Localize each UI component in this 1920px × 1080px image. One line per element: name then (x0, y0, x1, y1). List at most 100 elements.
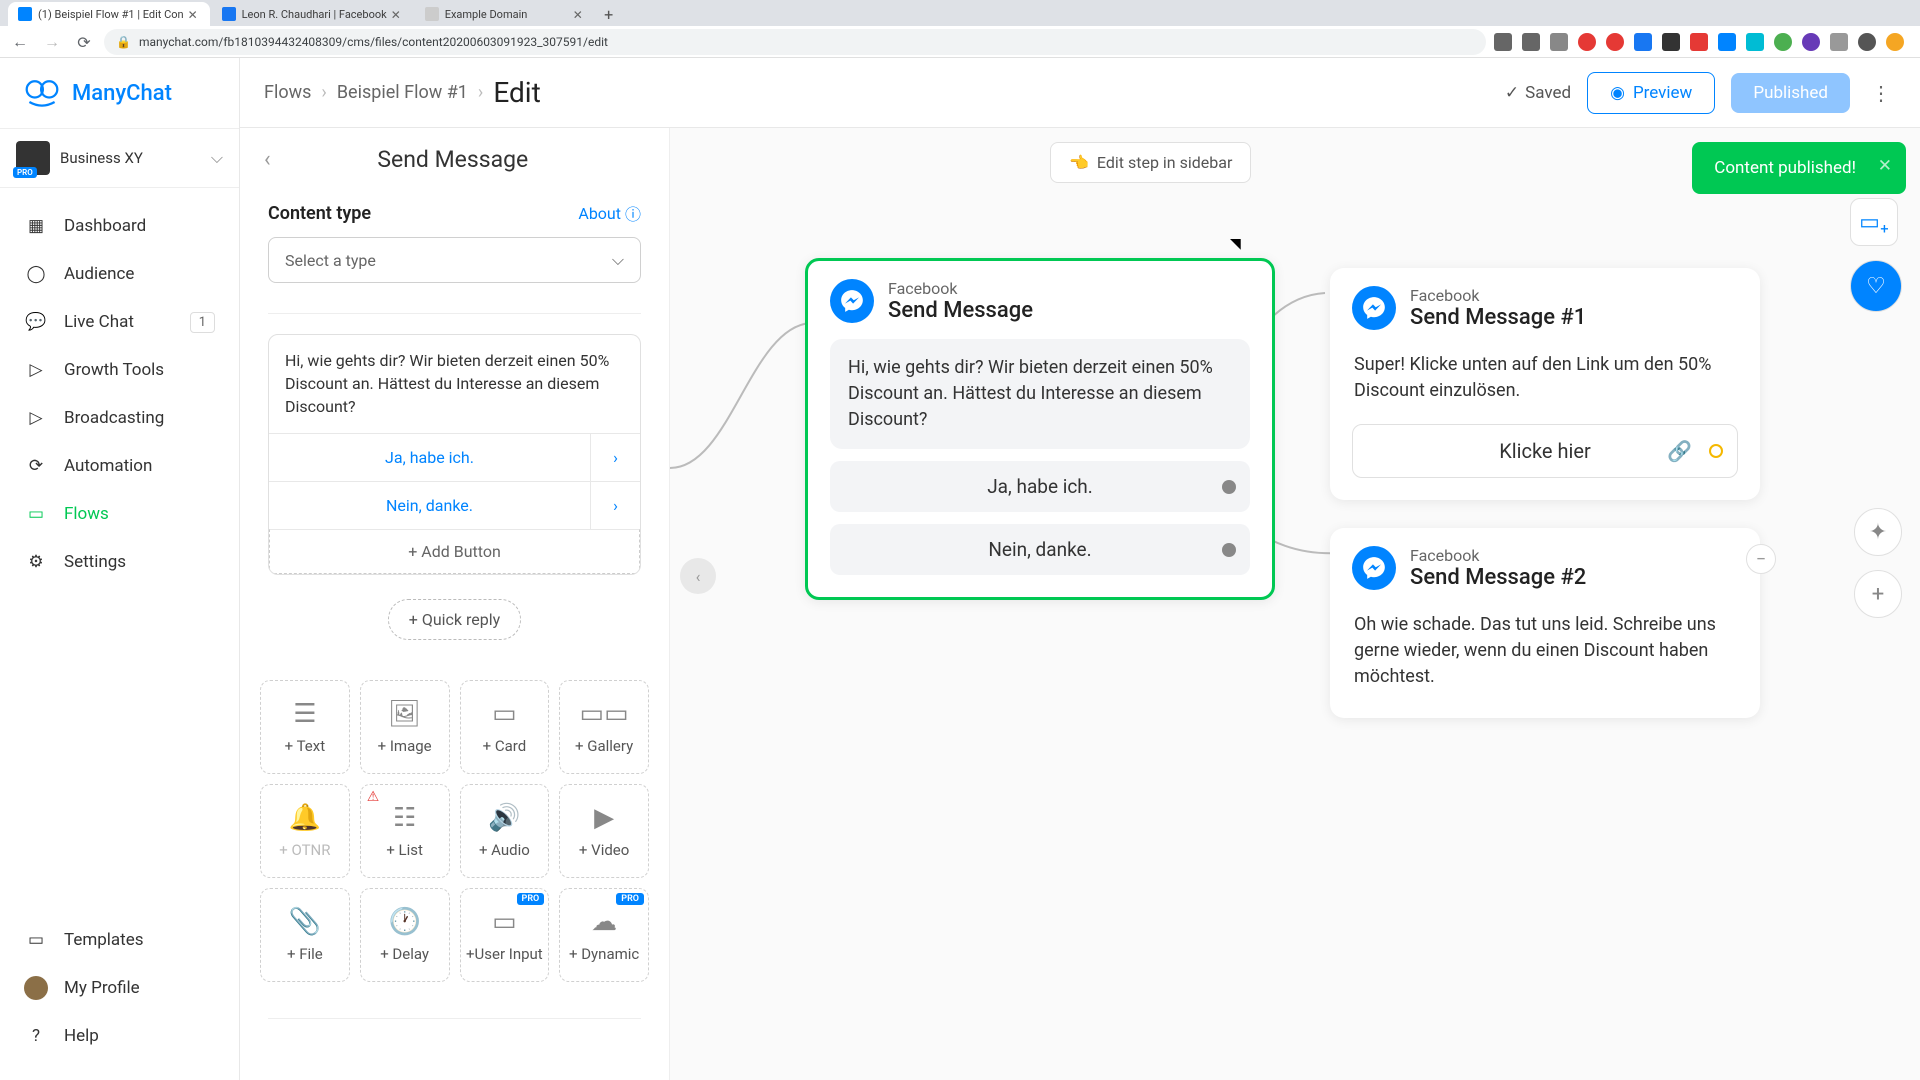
message-button-row[interactable]: Nein, danke. › (269, 481, 640, 529)
extension-icon[interactable] (1886, 33, 1904, 51)
nav-dashboard[interactable]: ▦ Dashboard (0, 202, 239, 250)
nav-growth-tools[interactable]: ▷ Growth Tools (0, 346, 239, 394)
nav-broadcasting[interactable]: ▷ Broadcasting (0, 394, 239, 442)
extension-icon[interactable] (1830, 33, 1848, 51)
preview-button[interactable]: ◉ Preview (1587, 72, 1715, 114)
chevron-right-icon[interactable]: › (590, 482, 640, 529)
extension-icon[interactable] (1690, 33, 1708, 51)
zoom-in-button[interactable]: + (1854, 570, 1902, 618)
forward-button[interactable]: → (40, 30, 64, 54)
edit-hint[interactable]: 👈 Edit step in sidebar (1050, 142, 1251, 183)
count-badge: 1 (190, 312, 215, 333)
block-image[interactable]: 🖼+ Image (360, 680, 450, 774)
nav-label: Live Chat (64, 312, 134, 332)
node-button[interactable]: Nein, danke. (830, 524, 1250, 575)
favicon (425, 7, 439, 21)
nav-settings[interactable]: ⚙ Settings (0, 538, 239, 586)
extension-icon[interactable] (1606, 33, 1624, 51)
output-port[interactable] (1709, 444, 1723, 458)
block-otnr[interactable]: 🔔+ OTNR (260, 784, 350, 878)
node-link-button[interactable]: Klicke hier 🔗 (1352, 424, 1738, 478)
nav-help[interactable]: ? Help (0, 1012, 239, 1060)
content-type-select[interactable]: Select a type ⌵ (268, 237, 641, 283)
reload-button[interactable]: ⟳ (72, 30, 96, 54)
block-file[interactable]: 📎+ File (260, 888, 350, 982)
flow-node-1[interactable]: Facebook Send Message #1 Super! Klicke u… (1330, 268, 1760, 500)
flow-node-main[interactable]: Facebook Send Message Hi, wie gehts dir?… (805, 258, 1275, 600)
link-icon: 🔗 (1667, 439, 1692, 463)
card-icon: ▭ (492, 699, 517, 729)
more-button[interactable]: ⋮ (1866, 73, 1896, 113)
nav-audience[interactable]: ◯ Audience (0, 250, 239, 298)
quick-reply-button[interactable]: + Quick reply (388, 599, 521, 640)
message-card[interactable]: Hi, wie gehts dir? Wir bieten derzeit ei… (268, 334, 641, 575)
about-link[interactable]: About ⓘ (578, 201, 641, 225)
extension-icon[interactable] (1494, 33, 1512, 51)
back-arrow-icon[interactable]: ‹ (264, 147, 271, 172)
back-button[interactable]: ← (8, 30, 32, 54)
close-icon[interactable]: ✕ (188, 8, 200, 20)
divider (268, 313, 641, 314)
block-list[interactable]: ⚠☷+ List (360, 784, 450, 878)
add-button[interactable]: + Add Button (269, 529, 640, 574)
block-audio[interactable]: 🔊+ Audio (460, 784, 550, 878)
panel-collapse-handle[interactable]: ‹ (680, 558, 716, 594)
extension-icon[interactable] (1746, 33, 1764, 51)
browser-tab[interactable]: Leon R. Chaudhari | Facebook ✕ (212, 2, 413, 26)
growth-icon: ▷ (24, 358, 48, 382)
add-step-button[interactable]: ▭₊ (1850, 198, 1898, 246)
browser-tab[interactable]: (1) Beispiel Flow #1 | Edit Con ✕ (8, 2, 210, 26)
workspace-selector[interactable]: PRO Business XY ⌵ (0, 128, 239, 188)
crumb-flow-name[interactable]: Beispiel Flow #1 (337, 82, 468, 103)
warning-icon: ⚠ (367, 789, 380, 805)
close-icon[interactable]: ✕ (1878, 156, 1892, 176)
browser-tab[interactable]: Example Domain ✕ (415, 2, 595, 26)
output-port[interactable] (1222, 543, 1236, 557)
node-message[interactable]: Super! Klicke unten auf den Link um den … (1352, 346, 1738, 410)
extension-icon[interactable] (1858, 33, 1876, 51)
block-video[interactable]: ▶+ Video (559, 784, 649, 878)
block-user-input[interactable]: PRO▭+User Input (460, 888, 550, 982)
nav-automation[interactable]: ⟳ Automation (0, 442, 239, 490)
crumb-flows[interactable]: Flows (264, 82, 311, 103)
help-fab[interactable]: ♡ (1850, 260, 1902, 312)
extension-icon[interactable] (1662, 33, 1680, 51)
brand[interactable]: ManyChat (0, 58, 239, 128)
extension-icon[interactable] (1578, 33, 1596, 51)
message-button-row[interactable]: Ja, habe ich. › (269, 433, 640, 481)
extension-icon[interactable] (1802, 33, 1820, 51)
close-icon[interactable]: ✕ (573, 8, 585, 20)
extension-icon[interactable] (1774, 33, 1792, 51)
nav-label: Help (64, 1026, 99, 1046)
block-card[interactable]: ▭+ Card (460, 680, 550, 774)
extension-icon[interactable] (1634, 33, 1652, 51)
nav-live-chat[interactable]: 💬 Live Chat 1 (0, 298, 239, 346)
node-message[interactable]: Hi, wie gehts dir? Wir bieten derzeit ei… (830, 339, 1250, 449)
nav-profile[interactable]: My Profile (0, 964, 239, 1012)
flow-canvas[interactable]: Content published! ✕ 👈 Edit step in side… (670, 128, 1920, 1080)
block-dynamic[interactable]: PRO☁+ Dynamic (559, 888, 649, 982)
url-input[interactable]: 🔒 manychat.com/fb181039443240830​9/cms/f… (104, 29, 1486, 55)
extension-icon[interactable] (1718, 33, 1736, 51)
node-message[interactable]: Oh wie schade. Das tut uns leid. Schreib… (1352, 606, 1738, 696)
flow-node-2[interactable]: − Facebook Send Message #2 Oh wie schade… (1330, 528, 1760, 718)
chevron-right-icon[interactable]: › (590, 434, 640, 481)
collapse-node-button[interactable]: − (1746, 544, 1776, 574)
nav-flows[interactable]: ▭ Flows (0, 490, 239, 538)
message-text[interactable]: Hi, wie gehts dir? Wir bieten derzeit ei… (269, 335, 640, 433)
close-icon[interactable]: ✕ (391, 8, 403, 20)
image-icon: 🖼 (388, 699, 421, 729)
magic-button[interactable]: ✦ (1854, 508, 1902, 556)
extension-icon[interactable] (1550, 33, 1568, 51)
output-port[interactable] (1222, 480, 1236, 494)
new-tab-button[interactable]: + (597, 2, 621, 26)
nav-templates[interactable]: ▭ Templates (0, 916, 239, 964)
extension-icon[interactable] (1522, 33, 1540, 51)
block-text[interactable]: ☰+ Text (260, 680, 350, 774)
content-type-section: Content type About ⓘ Select a type ⌵ (240, 191, 669, 293)
block-gallery[interactable]: ▭▭+ Gallery (559, 680, 649, 774)
chevron-right-icon: › (478, 82, 483, 103)
block-delay[interactable]: 🕐+ Delay (360, 888, 450, 982)
published-button[interactable]: Published (1731, 73, 1850, 113)
node-button[interactable]: Ja, habe ich. (830, 461, 1250, 512)
